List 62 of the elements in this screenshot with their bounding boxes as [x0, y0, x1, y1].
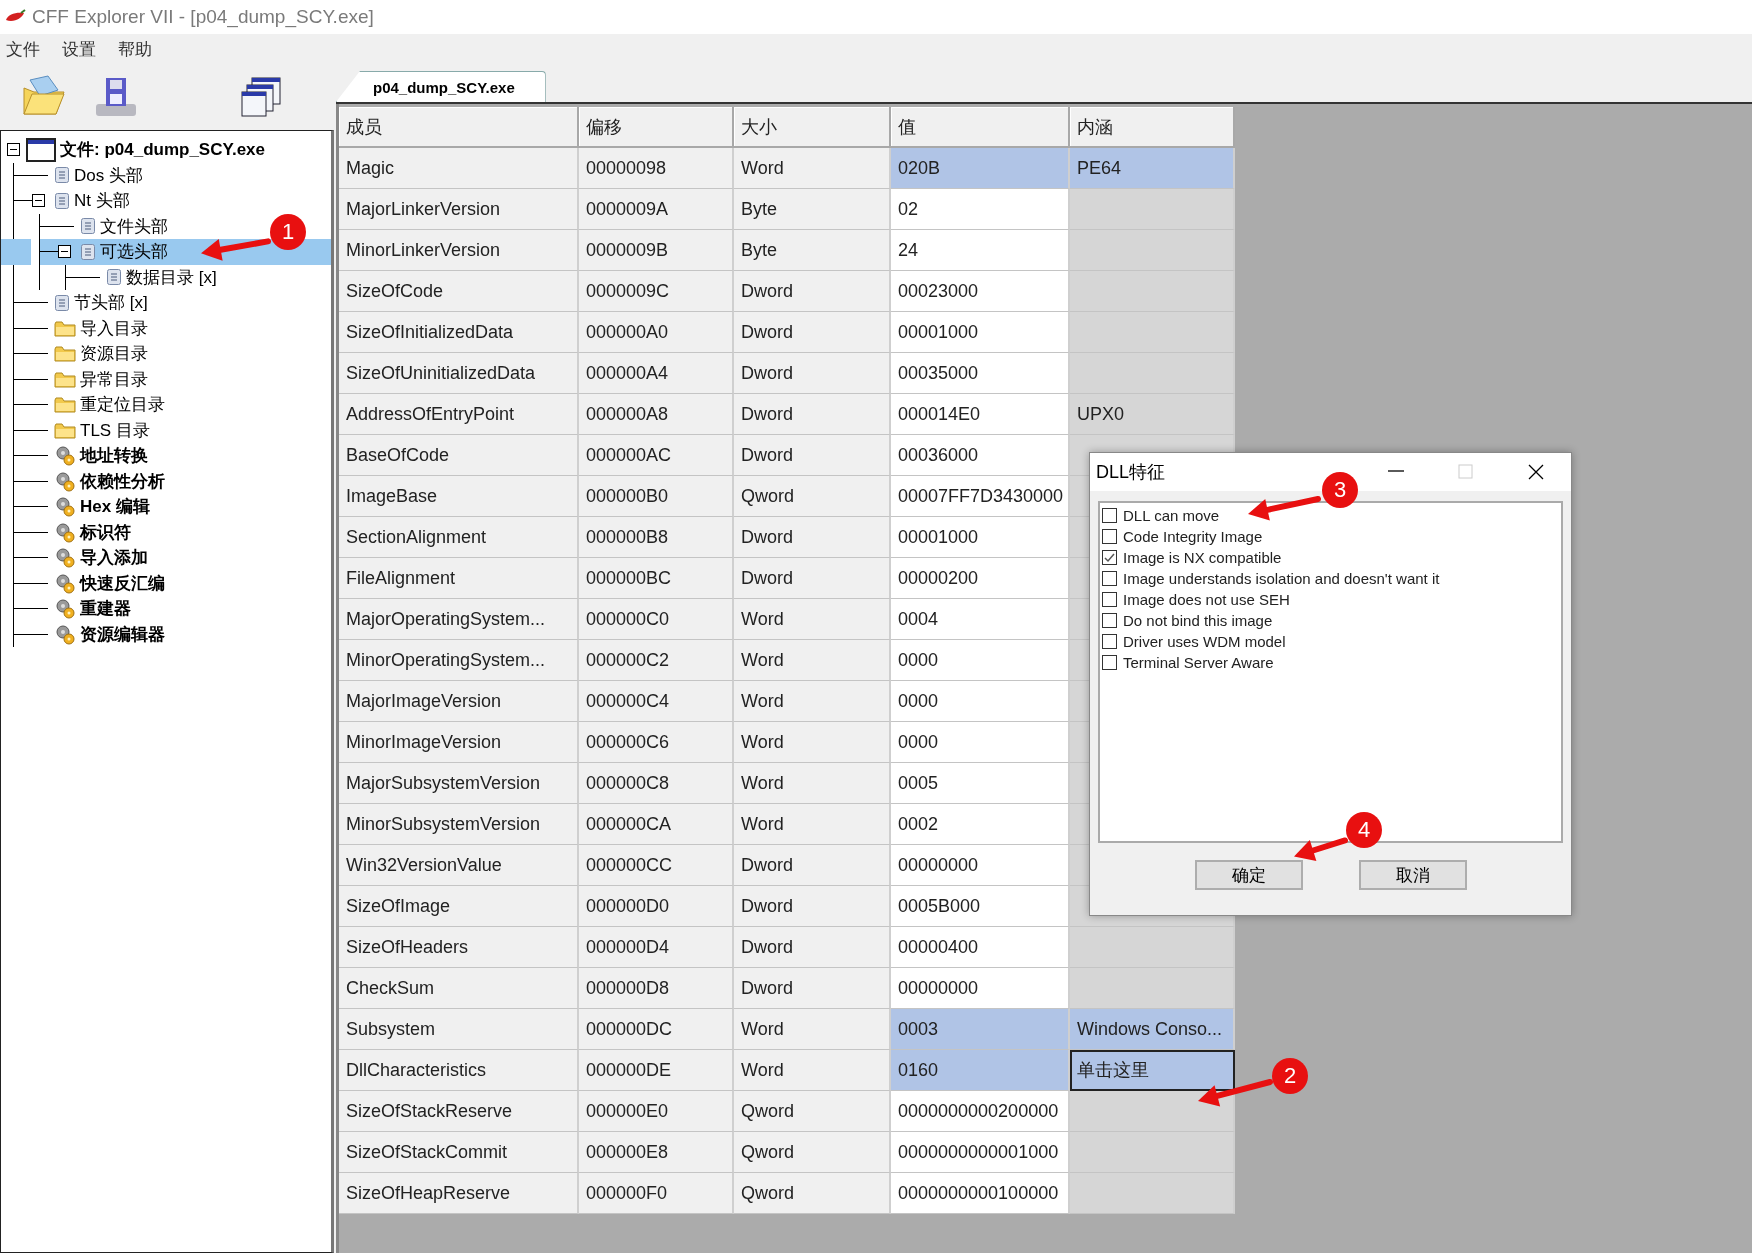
table-cell: SizeOfStackCommit [339, 1132, 579, 1173]
table-cell: SizeOfImage [339, 886, 579, 927]
table-cell: 000000DE [579, 1050, 734, 1091]
table-cell: 000000DC [579, 1009, 734, 1050]
option-label: Code Integrity Image [1123, 528, 1263, 545]
table-cell: 000000A4 [579, 353, 734, 394]
table-cell: 000000D0 [579, 886, 734, 927]
table-cell: SizeOfHeaders [339, 927, 579, 968]
table-cell: MinorSubsystemVersion [339, 804, 579, 845]
table-cell: 000000AC [579, 435, 734, 476]
table-cell: MajorSubsystemVersion [339, 763, 579, 804]
table-cell: 000000CC [579, 845, 734, 886]
dialog-title: DLL特征 [1096, 461, 1167, 484]
option-label: Image understands isolation and doesn't want it [1123, 570, 1440, 587]
table-cell: 000000C4 [579, 681, 734, 722]
window-title: CFF Explorer VII - [p04_dump_SCY.exe] [32, 6, 374, 28]
option-label: Driver uses WDM model [1123, 633, 1286, 650]
table-cell: 000000C0 [579, 599, 734, 640]
table-cell: SizeOfStackReserve [339, 1091, 579, 1132]
table-cell: MinorOperatingSystem... [339, 640, 579, 681]
table-cell: 000000BC [579, 558, 734, 599]
table-cell: 000000E0 [579, 1091, 734, 1132]
table-cell: 0000009B [579, 230, 734, 271]
table-cell: SizeOfCode [339, 271, 579, 312]
table-cell: 000000C2 [579, 640, 734, 681]
table-cell: AddressOfEntryPoint [339, 394, 579, 435]
table-cell: MinorImageVersion [339, 722, 579, 763]
table-cell: Win32VersionValue [339, 845, 579, 886]
table-cell: ImageBase [339, 476, 579, 517]
table-cell: 000000B0 [579, 476, 734, 517]
table-cell: 000000A8 [579, 394, 734, 435]
option-label: Image is NX compatible [1123, 549, 1282, 566]
table-cell: CheckSum [339, 968, 579, 1009]
table-cell: 00000098 [579, 148, 734, 189]
table-cell: Subsystem [339, 1009, 579, 1050]
table-cell: MajorImageVersion [339, 681, 579, 722]
table-cell: MajorOperatingSystem... [339, 599, 579, 640]
table-cell: FileAlignment [339, 558, 579, 599]
table-cell: 0000009A [579, 189, 734, 230]
table-cell: SizeOfInitializedData [339, 312, 579, 353]
table-cell: 000000E8 [579, 1132, 734, 1173]
table-cell: 000000B8 [579, 517, 734, 558]
table-cell: SizeOfHeapReserve [339, 1173, 579, 1214]
table-cell: MajorLinkerVersion [339, 189, 579, 230]
table-cell: 000000D8 [579, 968, 734, 1009]
table-cell: 000000D4 [579, 927, 734, 968]
option-label: DLL can move [1123, 507, 1220, 524]
table-cell: 000000CA [579, 804, 734, 845]
table-cell: 0000009C [579, 271, 734, 312]
table-cell: DllCharacteristics [339, 1050, 579, 1091]
option-label: Image does not use SEH [1123, 591, 1290, 608]
table-cell: 000000A0 [579, 312, 734, 353]
table-cell: BaseOfCode [339, 435, 579, 476]
table-cell: SectionAlignment [339, 517, 579, 558]
table-cell: 000000C8 [579, 763, 734, 804]
table-cell: MinorLinkerVersion [339, 230, 579, 271]
table-cell: 000000C6 [579, 722, 734, 763]
table-cell: 000000F0 [579, 1173, 734, 1214]
table-cell: SizeOfUninitializedData [339, 353, 579, 394]
table-cell: Magic [339, 148, 579, 189]
option-label: Do not bind this image [1123, 612, 1273, 629]
option-label: Terminal Server Aware [1123, 654, 1274, 671]
